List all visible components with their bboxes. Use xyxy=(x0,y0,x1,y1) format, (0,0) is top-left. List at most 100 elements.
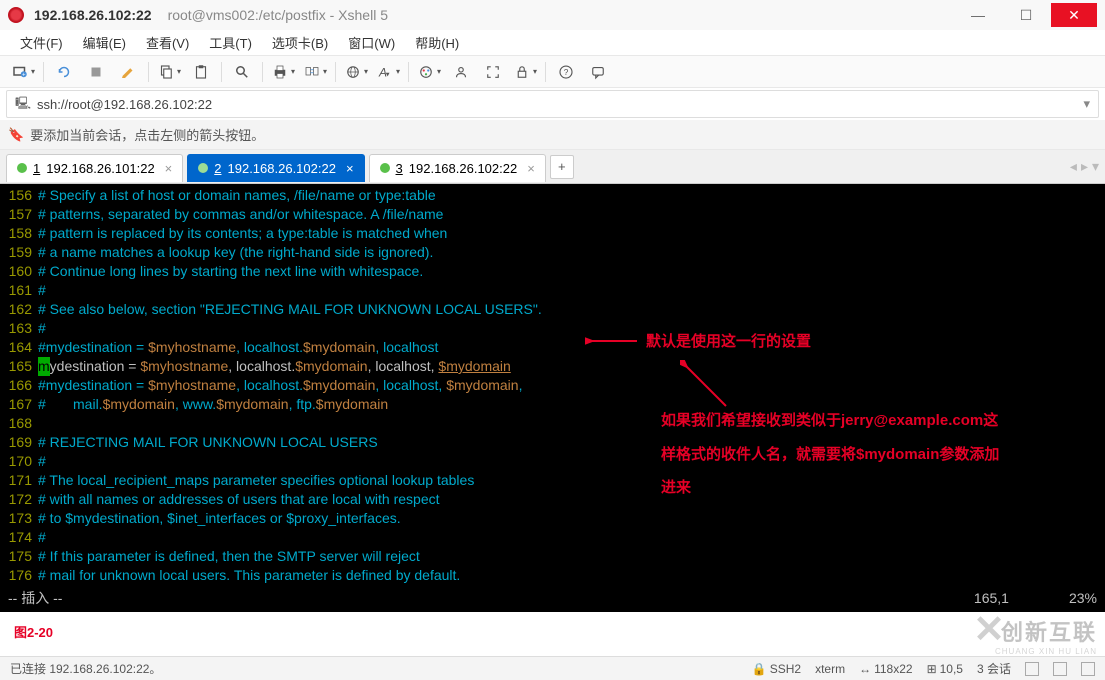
code-text: # REJECTING MAIL FOR UNKNOWN LOCAL USERS xyxy=(38,433,378,452)
terminal-line: 160# Continue long lines by starting the… xyxy=(0,262,1105,281)
terminal[interactable]: 156# Specify a list of host or domain na… xyxy=(0,184,1105,612)
chat-button[interactable] xyxy=(583,59,613,85)
close-button[interactable]: ✕ xyxy=(1051,3,1097,27)
tab-close-icon[interactable]: × xyxy=(346,161,354,176)
tab-num: 1 xyxy=(33,161,40,176)
line-number: 175 xyxy=(0,547,38,566)
disconnect-button[interactable] xyxy=(81,59,111,85)
info-text: 要添加当前会话，点击左侧的箭头按钮。 xyxy=(30,125,264,144)
terminal-line: 163# xyxy=(0,319,1105,338)
terminal-line: 165mydestination = $myhostname, localhos… xyxy=(0,357,1105,376)
tab-1[interactable]: 1 192.168.26.101:22 × xyxy=(6,154,183,182)
addressbar[interactable]: 🖳 ssh://root@192.168.26.102:22 ▾ xyxy=(6,90,1099,118)
menu-file[interactable]: 文件(F) xyxy=(12,30,71,55)
code-text: # pattern is replaced by its contents; a… xyxy=(38,224,447,243)
maximize-button[interactable]: ☐ xyxy=(1003,3,1049,27)
lock-icon: 🔒 xyxy=(752,662,767,676)
minimize-button[interactable]: — xyxy=(955,3,1001,27)
code-text: # xyxy=(38,319,46,338)
tab-list-icon[interactable]: ▾ xyxy=(1092,158,1099,175)
status-ssh: 🔒SSH2 xyxy=(752,662,801,676)
terminal-line: 162# See also below, section "REJECTING … xyxy=(0,300,1105,319)
tab-add-button[interactable]: + xyxy=(550,155,574,179)
code-segment: $myhostname xyxy=(148,338,236,357)
tab-close-icon[interactable]: × xyxy=(527,161,535,176)
reconnect-button[interactable] xyxy=(49,59,79,85)
menu-tools[interactable]: 工具(T) xyxy=(201,30,260,55)
tab-label: 192.168.26.101:22 xyxy=(46,161,154,176)
toolbar-divider xyxy=(221,62,222,82)
tab-prev-icon[interactable]: ◂ xyxy=(1070,158,1077,175)
terminal-line: 173# to $mydestination, $inet_interfaces… xyxy=(0,509,1105,528)
print-button[interactable] xyxy=(268,59,298,85)
menu-edit[interactable]: 编辑(E) xyxy=(75,30,134,55)
vim-percent: 23% xyxy=(1069,589,1097,608)
code-segment: , localhost. xyxy=(236,338,303,357)
code-segment: ydestination = xyxy=(50,357,141,376)
menu-tabs[interactable]: 选项卡(B) xyxy=(264,30,336,55)
terminal-line: 171# The local_recipient_maps parameter … xyxy=(0,471,1105,490)
tab-2[interactable]: 2 192.168.26.102:22 × xyxy=(187,154,364,182)
status-sessions: 3 会话 xyxy=(977,660,1011,677)
help-button[interactable]: ? xyxy=(551,59,581,85)
window-subtitle: root@vms002:/etc/postfix - Xshell 5 xyxy=(168,7,388,23)
code-segment: $myhostname xyxy=(140,357,228,376)
search-button[interactable] xyxy=(227,59,257,85)
new-session-button[interactable]: + xyxy=(8,59,38,85)
watermark: 创新互联 CHUANG XIN HU LIAN xyxy=(995,615,1097,656)
line-number: 161 xyxy=(0,281,38,300)
tab-next-icon[interactable]: ▸ xyxy=(1081,158,1088,175)
code-text: # Specify a list of host or domain names… xyxy=(38,186,436,205)
fullscreen-button[interactable] xyxy=(478,59,508,85)
menu-view[interactable]: 查看(V) xyxy=(138,30,197,55)
code-segment: , localhost, xyxy=(375,376,446,395)
status-term: xterm xyxy=(815,662,845,676)
terminal-line: 161# xyxy=(0,281,1105,300)
tab-num: 2 xyxy=(214,161,221,176)
user-button[interactable] xyxy=(446,59,476,85)
code-text: # Continue long lines by starting the ne… xyxy=(38,262,423,281)
code-segment: #mydestination = xyxy=(38,376,148,395)
lock-button[interactable] xyxy=(510,59,540,85)
scroll-indicator xyxy=(1081,662,1095,676)
annotation-2-line2: 样格式的收件人名，就需要将$mydomain参数添加 xyxy=(661,445,999,464)
host-icon: 🖳 xyxy=(15,94,31,115)
edit-button[interactable] xyxy=(113,59,143,85)
tab-close-icon[interactable]: × xyxy=(165,161,173,176)
code-segment: , localhost. xyxy=(236,376,303,395)
tab-num: 3 xyxy=(396,161,403,176)
code-text: # See also below, section "REJECTING MAI… xyxy=(38,300,542,319)
paste-button[interactable] xyxy=(186,59,216,85)
bookmark-icon[interactable]: 🔖 xyxy=(8,127,24,143)
font-button[interactable]: A▾ xyxy=(373,59,403,85)
menu-help[interactable]: 帮助(H) xyxy=(407,30,467,55)
color-button[interactable] xyxy=(414,59,444,85)
tab-nav: ◂ ▸ ▾ xyxy=(1070,158,1099,175)
statusbar: 已连接 192.168.26.102:22。 🔒SSH2 xterm ↔118x… xyxy=(0,656,1105,680)
line-number: 160 xyxy=(0,262,38,281)
code-segment: #mydestination = xyxy=(38,338,148,357)
toolbar: + A▾ ? xyxy=(0,56,1105,88)
address-dropdown-icon[interactable]: ▾ xyxy=(1083,96,1090,112)
code-segment: m xyxy=(38,357,50,376)
code-segment: $mydomain xyxy=(446,376,518,395)
line-number: 172 xyxy=(0,490,38,509)
toolbar-divider xyxy=(262,62,263,82)
tabbar: 1 192.168.26.101:22 × 2 192.168.26.102:2… xyxy=(0,150,1105,184)
watermark-text1: 创新互联 xyxy=(995,615,1097,647)
status-font: ⊞10,5 xyxy=(927,662,963,676)
line-number: 171 xyxy=(0,471,38,490)
tab-3[interactable]: 3 192.168.26.102:22 × xyxy=(369,154,546,182)
code-text: # If this parameter is defined, then the… xyxy=(38,547,420,566)
terminal-line: 164#mydestination = $myhostname, localho… xyxy=(0,338,1105,357)
code-segment: , www. xyxy=(175,395,216,414)
globe-button[interactable] xyxy=(341,59,371,85)
transfer-button[interactable] xyxy=(300,59,330,85)
line-number: 173 xyxy=(0,509,38,528)
code-text: # patterns, separated by commas and/or w… xyxy=(38,205,443,224)
copy-button[interactable] xyxy=(154,59,184,85)
toolbar-divider xyxy=(148,62,149,82)
terminal-status: -- 插入 -- 165,1 23% xyxy=(8,589,1097,608)
line-number: 158 xyxy=(0,224,38,243)
menu-window[interactable]: 窗口(W) xyxy=(340,30,403,55)
